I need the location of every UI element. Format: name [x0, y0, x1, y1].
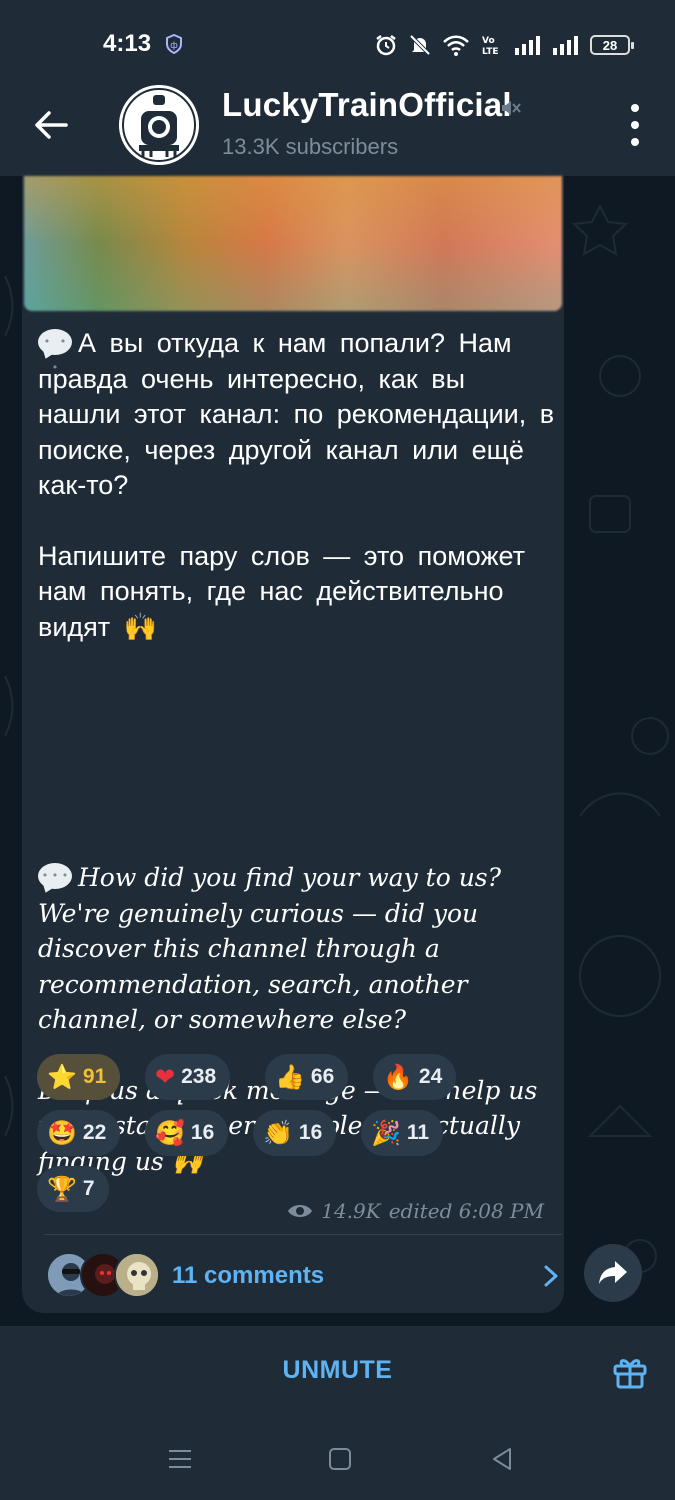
back-button[interactable]	[26, 100, 76, 150]
reaction-count: 22	[82, 1121, 107, 1144]
alarm-icon	[376, 35, 396, 56]
menu-lines-icon	[169, 1450, 191, 1468]
status-time: 4:13	[103, 30, 152, 57]
reaction-count: 238	[181, 1065, 217, 1088]
battery-icon: 28	[590, 35, 634, 55]
message-meta: 14.9K edited 6:08 PM	[287, 1199, 544, 1223]
en-paragraph-1-text: How did you find your way to us?	[78, 863, 502, 892]
eye-icon	[288, 1205, 313, 1217]
subscriber-count: 13.3K subscribers	[222, 134, 399, 159]
gift-icon[interactable]	[611, 1352, 649, 1390]
edited-time: edited 6:08 PM	[388, 1199, 544, 1223]
star-icon: ⭐	[47, 1063, 77, 1091]
muted-speaker-icon	[502, 101, 521, 115]
status-icons: Vo LTE 28	[374, 30, 634, 60]
volte-icon: VoLTE	[482, 36, 499, 57]
en-paragraph-2: We're genuinely curious — did you discov…	[38, 898, 479, 1035]
share-button[interactable]	[584, 1244, 642, 1302]
comments-count: 11 comments	[172, 1262, 325, 1289]
commenter-avatar	[114, 1252, 160, 1298]
dot	[631, 121, 639, 129]
reaction-count: 7	[82, 1177, 95, 1200]
svg-text:LTE: LTE	[482, 47, 499, 57]
triangle-back-icon	[493, 1448, 511, 1470]
signal-icon	[515, 36, 540, 55]
en-paragraph-1: How did you find your way to us?	[38, 860, 558, 896]
reaction-fire[interactable]: 🔥 24	[373, 1054, 457, 1100]
back-nav-button[interactable]	[487, 1444, 517, 1474]
signal-icon	[553, 36, 578, 55]
star-struck-icon: 🤩	[47, 1119, 77, 1147]
arrow-left-icon	[35, 111, 68, 139]
reaction-heart[interactable]: ❤ 238	[145, 1054, 231, 1100]
reaction-party[interactable]: 🎉 11	[361, 1110, 444, 1156]
vpn-icon: ф	[166, 34, 182, 54]
home-button[interactable]	[325, 1444, 355, 1474]
system-nav-bar	[0, 1418, 675, 1500]
square-icon	[329, 1448, 351, 1470]
speech-bubble-icon	[38, 863, 72, 889]
channel-avatar[interactable]	[119, 85, 199, 165]
reaction-count: 11	[406, 1121, 430, 1144]
reaction-trophy[interactable]: 🏆 7	[37, 1166, 109, 1212]
reaction-count: 16	[298, 1121, 323, 1144]
reaction-count: 16	[190, 1121, 215, 1144]
more-menu-button[interactable]	[623, 104, 647, 146]
reaction-star[interactable]: ⭐ 91	[37, 1054, 121, 1100]
reaction-smiling-hearts[interactable]: 🥰 16	[145, 1110, 229, 1156]
fire-icon: 🔥	[383, 1063, 413, 1091]
divider	[44, 1234, 562, 1235]
mute-notifications-icon	[409, 34, 431, 56]
message-text-ru: А вы откуда к нам попали? Нам правда оче…	[38, 326, 558, 645]
thumbs-up-icon: 👍	[275, 1063, 305, 1091]
share-arrow-icon	[599, 1261, 627, 1284]
recent-apps-button[interactable]	[165, 1444, 195, 1474]
ru-paragraph-1-text: А вы откуда к нам попали? Нам правда оче…	[38, 328, 555, 500]
reaction-thumbs-up[interactable]: 👍 66	[265, 1054, 349, 1100]
train-logo-icon	[119, 85, 199, 165]
skull-avatar-icon	[116, 1254, 158, 1296]
dot	[631, 138, 639, 146]
smiling-hearts-icon: 🥰	[155, 1119, 185, 1147]
svg-text:ф: ф	[170, 41, 178, 51]
reaction-count: 91	[82, 1065, 107, 1088]
view-count: 14.9K	[321, 1199, 381, 1223]
bottom-bar: UNMUTE	[0, 1326, 675, 1418]
wifi-icon	[443, 35, 469, 56]
chevron-right-icon	[544, 1265, 558, 1287]
reaction-star-struck[interactable]: 🤩 22	[37, 1110, 121, 1156]
battery-level: 28	[602, 37, 618, 53]
top-bar: 4:13 ф Vo LTE 28 LuckyTrainOfficial 13.3…	[0, 0, 675, 176]
clapping-hands-icon: 👏	[263, 1119, 293, 1147]
channel-title[interactable]: LuckyTrainOfficial	[222, 86, 512, 124]
ru-paragraph-1: А вы откуда к нам попали? Нам правда оче…	[38, 326, 558, 504]
reaction-count: 24	[418, 1065, 443, 1088]
ru-paragraph-2: Напишите пару слов — это поможет нам пон…	[38, 540, 526, 642]
message-bubble[interactable]: А вы откуда к нам попали? Нам правда оче…	[22, 176, 564, 1313]
reaction-clap[interactable]: 👏 16	[253, 1110, 337, 1156]
speech-bubble-icon	[38, 329, 72, 381]
heart-icon: ❤	[155, 1063, 176, 1091]
unmute-button[interactable]: UNMUTE	[0, 1356, 675, 1385]
party-popper-icon: 🎉	[371, 1119, 401, 1147]
svg-text:Vo: Vo	[482, 36, 495, 46]
trophy-icon: 🏆	[47, 1175, 77, 1203]
reaction-count: 66	[310, 1065, 335, 1088]
dot	[631, 104, 639, 112]
comments-link[interactable]: 11 comments	[44, 1246, 562, 1306]
blurred-media-preview[interactable]	[24, 176, 562, 311]
